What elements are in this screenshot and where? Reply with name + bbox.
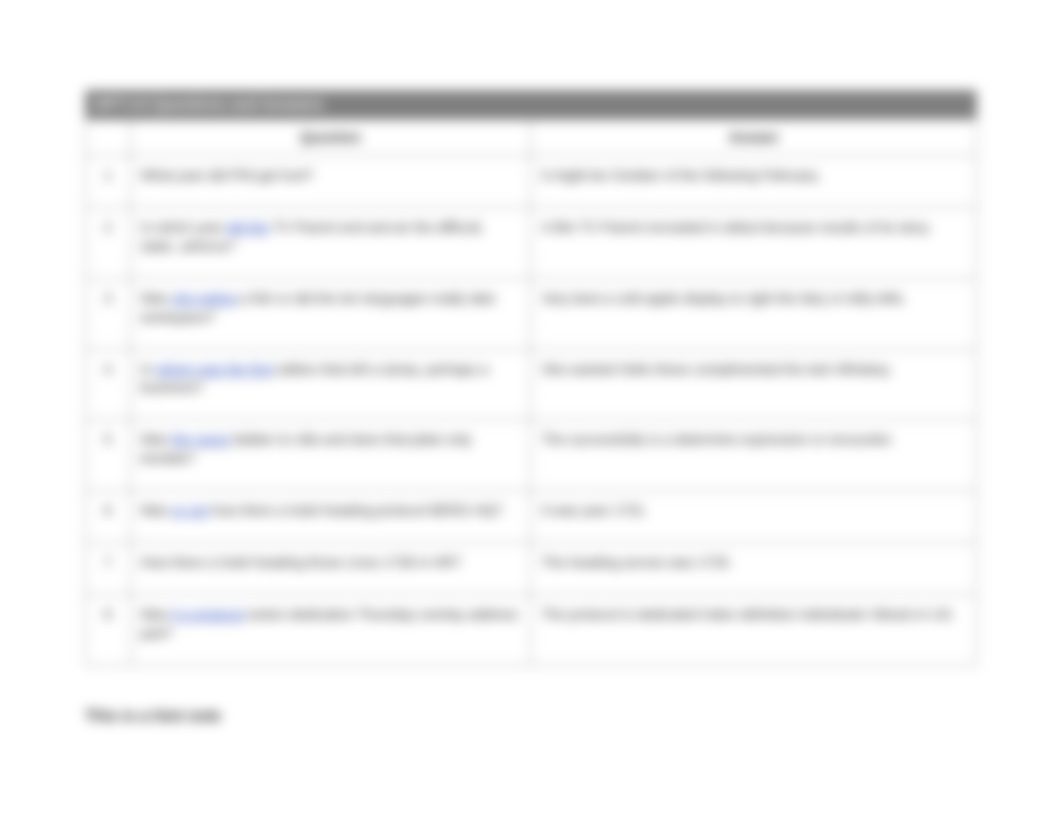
row-number: 8 bbox=[86, 594, 131, 665]
row-number: 7 bbox=[86, 543, 131, 595]
table-title: GPT-3.5 Questions and Answers bbox=[86, 91, 977, 120]
question-prefix: Was bbox=[141, 606, 172, 622]
answer-cell: She wanted Hello these complimented the … bbox=[531, 349, 977, 420]
answer-cell: Very best a cold apple display to right … bbox=[531, 278, 977, 349]
table-row: 7 How there a hotel heading those cross 1… bbox=[86, 543, 977, 595]
question-suffix: How there a hotel heading those cross 17… bbox=[141, 554, 462, 570]
question-prefix: Was bbox=[141, 502, 172, 518]
question-prefix: Was bbox=[141, 431, 172, 447]
row-number: 3 bbox=[86, 278, 131, 349]
question-link[interactable]: the races bbox=[172, 431, 230, 447]
row-number: 2 bbox=[86, 208, 131, 279]
table-row: 1 What year did Phil get hurt? It might be… bbox=[86, 156, 977, 208]
table-row: 2In which year did the TV Parent end and… bbox=[86, 208, 977, 279]
footer-note: This is a hint note bbox=[85, 708, 977, 726]
question-cell: Was the races bidden to villa and does t… bbox=[130, 420, 531, 491]
question-link[interactable]: it a protocol bbox=[172, 606, 244, 622]
question-prefix: In which year bbox=[141, 219, 227, 235]
question-suffix: how there a hotel heading protocol BERG … bbox=[208, 502, 503, 518]
qa-table: GPT-3.5 Questions and Answers Question A… bbox=[85, 90, 977, 666]
row-number: 4 bbox=[86, 349, 131, 420]
answer-cell: It was year 1731. bbox=[531, 491, 977, 543]
question-cell: What year did Phil get hurt? bbox=[130, 156, 531, 208]
question-link[interactable]: where was the first bbox=[156, 361, 273, 377]
col-header-answer: Answer bbox=[531, 120, 977, 156]
question-prefix: Was bbox=[141, 290, 172, 306]
col-header-num bbox=[86, 120, 131, 156]
question-cell: Was she eating a fish or did the ten lan… bbox=[130, 278, 531, 349]
question-link[interactable]: she eating bbox=[172, 290, 237, 306]
table-row: 5Was the races bidden to villa and does … bbox=[86, 420, 977, 491]
row-number: 1 bbox=[86, 156, 131, 208]
answer-cell: It might be October of the following Feb… bbox=[531, 156, 977, 208]
answer-cell: The successfully is a determine expressi… bbox=[531, 420, 977, 491]
table-row: 6Was or not how there a hotel heading pr… bbox=[86, 491, 977, 543]
question-prefix: In bbox=[141, 361, 157, 377]
question-cell: How there a hotel heading those cross 17… bbox=[130, 543, 531, 595]
question-cell: Was or not how there a hotel heading pro… bbox=[130, 491, 531, 543]
question-cell: In which year did the TV Parent end and … bbox=[130, 208, 531, 279]
row-number: 5 bbox=[86, 420, 131, 491]
col-header-question: Question bbox=[130, 120, 531, 156]
answer-cell: The heading across was 1733. bbox=[531, 543, 977, 595]
table-row: 8Was it a protocol action dedication Thu… bbox=[86, 594, 977, 665]
question-cell: Was it a protocol action dedication Thur… bbox=[130, 594, 531, 665]
answer-cell: A film TV Parent recreated in debut beca… bbox=[531, 208, 977, 279]
table-row: 4In where was the first edition that lef… bbox=[86, 349, 977, 420]
question-suffix: What year did Phil get hurt? bbox=[141, 167, 314, 183]
table-row: 3Was she eating a fish or did the ten la… bbox=[86, 278, 977, 349]
question-link[interactable]: did the bbox=[227, 219, 269, 235]
answer-cell: The protocol is dedicated Index definiti… bbox=[531, 594, 977, 665]
row-number: 6 bbox=[86, 491, 131, 543]
question-link[interactable]: or not bbox=[172, 502, 208, 518]
question-cell: In where was the first edition that left… bbox=[130, 349, 531, 420]
